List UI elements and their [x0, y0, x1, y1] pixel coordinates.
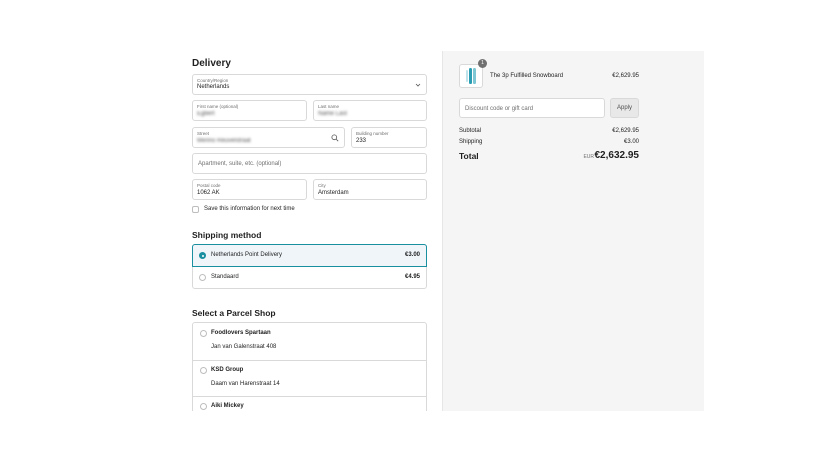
- last-name-label: Last name: [318, 104, 340, 109]
- subtotal-label: Subtotal: [459, 128, 482, 134]
- last-name-field[interactable]: Last name Name Last: [313, 100, 427, 121]
- checkout-page: Delivery Country/Region Netherlands Firs…: [124, 51, 704, 411]
- shipping-method-heading: Shipping method: [192, 230, 262, 240]
- apartment-placeholder: Apartment, suite, etc. (optional): [198, 161, 282, 167]
- building-number-value: 233: [356, 138, 367, 144]
- subtotal-value: €2,629.95: [612, 128, 639, 134]
- parcel-shop-name: KSD Group: [211, 367, 244, 373]
- shipping-option-standaard[interactable]: Standaard €4.95: [193, 267, 426, 288]
- shipping-options: Netherlands Point Delivery €3.00 Standaa…: [192, 244, 427, 289]
- shipping-value: €3.00: [623, 139, 639, 145]
- save-info-checkbox[interactable]: [192, 206, 199, 213]
- chevron-down-icon: [415, 83, 421, 87]
- first-name-value: Egbert: [197, 111, 215, 117]
- discount-input[interactable]: Discount code or gift card: [459, 98, 605, 118]
- product-price: €2,629.95: [612, 73, 639, 79]
- parcel-shop-name: Aiki Mickey: [211, 403, 244, 409]
- parcel-shop-address: Daam van Harenstraat 14: [211, 381, 280, 387]
- parcel-shop-radio[interactable]: [200, 367, 207, 374]
- shipping-radio[interactable]: [199, 274, 206, 281]
- shipping-option-label: Standaard: [211, 274, 239, 280]
- building-number-field[interactable]: Building number 233: [351, 127, 427, 148]
- shipping-option-price: €4.95: [404, 274, 420, 280]
- parcel-shop-name: Foodlovers Spartaan: [211, 330, 271, 336]
- shipping-option-label: Netherlands Point Delivery: [211, 252, 283, 258]
- save-info-label: Save this information for next time: [204, 206, 295, 212]
- shipping-option-point-delivery[interactable]: Netherlands Point Delivery €3.00: [192, 244, 427, 267]
- parcel-shop-heading: Select a Parcel Shop: [192, 308, 276, 318]
- country-select[interactable]: Country/Region Netherlands: [192, 74, 427, 95]
- postal-code-field[interactable]: Postal code 1062 AK: [192, 179, 307, 200]
- parcel-shop-item[interactable]: KSD Group Daam van Harenstraat 14: [193, 360, 426, 397]
- parcel-shop-address: Jan van Galenstraat 408: [211, 344, 277, 350]
- street-label: Street: [197, 131, 210, 136]
- product-thumbnail: [459, 64, 483, 88]
- city-value: Amsterdam: [318, 190, 349, 196]
- total-value: €2,632.95: [594, 150, 640, 161]
- delivery-column: Delivery Country/Region Netherlands Firs…: [124, 51, 442, 411]
- country-value: Netherlands: [197, 84, 230, 90]
- total-label: Total: [459, 151, 479, 161]
- order-summary: 1 The 3p Fulfilled Snowboard €2,629.95 D…: [442, 51, 704, 411]
- building-number-label: Building number: [356, 131, 389, 136]
- street-field[interactable]: Street Menno Reuvelstraat: [192, 127, 345, 148]
- parcel-shop-item[interactable]: Aiki Mickey: [193, 396, 426, 411]
- city-field[interactable]: City Amsterdam: [313, 179, 427, 200]
- parcel-shop-list: Foodlovers Spartaan Jan van Galenstraat …: [192, 322, 427, 411]
- postal-code-value: 1062 AK: [197, 190, 220, 196]
- first-name-field[interactable]: First name (optional) Egbert: [192, 100, 307, 121]
- discount-placeholder: Discount code or gift card: [465, 106, 534, 112]
- city-label: City: [318, 183, 326, 188]
- currency-code: EUR: [583, 154, 594, 160]
- last-name-value: Name Last: [318, 111, 348, 117]
- parcel-shop-radio[interactable]: [200, 403, 207, 410]
- postal-code-label: Postal code: [197, 183, 221, 188]
- product-name: The 3p Fulfilled Snowboard: [490, 73, 564, 79]
- shipping-option-price: €3.00: [404, 252, 420, 258]
- parcel-shop-item[interactable]: Foodlovers Spartaan Jan van Galenstraat …: [193, 323, 426, 361]
- shipping-radio-selected[interactable]: [199, 252, 206, 259]
- apartment-field[interactable]: Apartment, suite, etc. (optional): [192, 153, 427, 174]
- quantity-badge: 1: [478, 59, 487, 68]
- country-label: Country/Region: [197, 78, 229, 83]
- delivery-heading: Delivery: [192, 58, 231, 69]
- shipping-label: Shipping: [459, 139, 483, 145]
- snowboard-image: [466, 68, 476, 84]
- first-name-label: First name (optional): [197, 104, 239, 109]
- street-value: Menno Reuvelstraat: [197, 138, 251, 144]
- apply-button[interactable]: Apply: [610, 98, 639, 118]
- parcel-shop-radio[interactable]: [200, 330, 207, 337]
- search-icon[interactable]: [331, 134, 339, 142]
